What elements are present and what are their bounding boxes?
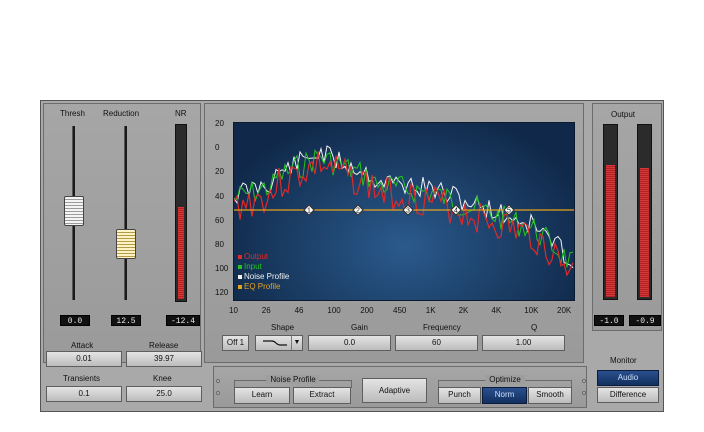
y-tick-label: 120 xyxy=(215,288,229,298)
optimize-title: Optimize xyxy=(485,375,525,384)
nr-meter-fill xyxy=(178,207,184,299)
output-right-readout: -0.9 xyxy=(629,315,661,326)
frequency-field[interactable]: 60 xyxy=(395,335,478,351)
legend-swatch xyxy=(238,254,242,259)
adaptive-button[interactable]: Adaptive xyxy=(362,378,427,403)
learn-button[interactable]: Learn xyxy=(234,387,290,404)
x-tick-label: 10K xyxy=(524,306,539,315)
svg-text:1: 1 xyxy=(307,208,311,215)
x-tick-label: 4K xyxy=(491,306,502,315)
legend-label: Input xyxy=(244,262,262,271)
optimize-punch-button[interactable]: Punch xyxy=(438,387,481,404)
transients-field[interactable]: 0.1 xyxy=(46,386,122,402)
reduction-slider-track[interactable] xyxy=(124,126,127,300)
svg-text:4: 4 xyxy=(454,208,458,215)
optimize-norm-button[interactable]: Norm xyxy=(482,387,527,404)
x-tick-label: 20K xyxy=(557,306,572,315)
legend-label: Output xyxy=(244,252,269,261)
x-tick-label: 100 xyxy=(327,306,341,315)
output-meter-right-fill xyxy=(640,168,649,297)
output-panel: Output -1.0 -0.9 xyxy=(592,103,662,331)
dynamics-panel: Thresh Reduction NR 0.0 12.5 -12.4 Attac… xyxy=(43,103,201,363)
nr-readout: -12.4 xyxy=(166,315,200,326)
monitor-difference-button[interactable]: Difference xyxy=(597,387,659,403)
x-tick-label: 1K xyxy=(425,306,436,315)
eq-node-3[interactable]: 3 xyxy=(402,204,414,216)
reduction-readout: 12.5 xyxy=(111,315,141,326)
q-label: Q xyxy=(531,323,538,332)
y-tick-label: 20 xyxy=(215,167,224,177)
thresh-readout: 0.0 xyxy=(60,315,90,326)
output-meter-right xyxy=(637,124,652,300)
reduction-label: Reduction xyxy=(103,109,140,118)
x-tick-label: 450 xyxy=(393,306,407,315)
plugin-window: Thresh Reduction NR 0.0 12.5 -12.4 Attac… xyxy=(40,100,664,412)
output-left-readout: -1.0 xyxy=(594,315,624,326)
x-tick-label: 26 xyxy=(261,306,271,315)
extract-button[interactable]: Extract xyxy=(293,387,351,404)
monitor-label: Monitor xyxy=(610,356,637,365)
x-tick-label: 2K xyxy=(458,306,469,315)
spectrum-graph[interactable]: 1 2 3 4 5 Output Input Noise Profile EQ Profile xyxy=(233,122,575,301)
legend-swatch xyxy=(238,264,242,269)
y-tick-label: 100 xyxy=(215,264,229,274)
x-tick-label: 46 xyxy=(294,306,304,315)
attack-field[interactable]: 0.01 xyxy=(46,351,122,367)
eq-node-1[interactable]: 1 xyxy=(303,204,315,216)
legend-item: Output xyxy=(238,252,289,262)
output-label: Output xyxy=(611,110,636,119)
screw xyxy=(216,391,220,395)
frequency-label: Frequency xyxy=(423,323,461,332)
svg-text:5: 5 xyxy=(507,208,511,215)
shelf-shape-icon xyxy=(263,340,287,346)
thresh-slider-thumb[interactable] xyxy=(64,196,84,226)
legend-swatch xyxy=(238,284,242,289)
legend-label: Noise Profile xyxy=(244,272,290,281)
monitor-audio-button[interactable]: Audio xyxy=(597,370,659,386)
shape-label: Shape xyxy=(271,323,295,332)
y-tick-label: 80 xyxy=(215,240,224,249)
knee-label: Knee xyxy=(153,374,172,383)
y-tick-label: 20 xyxy=(215,119,224,128)
q-field[interactable]: 1.00 xyxy=(482,335,565,351)
output-meter-left xyxy=(603,124,618,300)
optimize-smooth-button[interactable]: Smooth xyxy=(528,387,572,404)
release-field[interactable]: 39.97 xyxy=(126,351,202,367)
shape-selector[interactable]: ▼ xyxy=(255,335,303,351)
output-meter-left-fill xyxy=(606,164,615,297)
chevron-down-icon: ▼ xyxy=(291,336,302,350)
y-tick-label: 0 xyxy=(215,143,220,153)
eq-node-2[interactable]: 2 xyxy=(352,204,364,216)
svg-text:2: 2 xyxy=(356,208,360,215)
screw xyxy=(582,379,586,383)
thresh-label: Thresh xyxy=(60,109,85,118)
screw xyxy=(582,391,586,395)
reduction-slider-thumb[interactable] xyxy=(116,229,136,259)
legend-item: Input xyxy=(238,262,289,272)
bottom-strip: Noise Profile Learn Extract Adaptive Opt… xyxy=(213,366,587,408)
y-tick-label: 40 xyxy=(215,191,224,201)
release-label: Release xyxy=(149,341,179,350)
x-tick-label: 200 xyxy=(360,306,374,315)
knee-field[interactable]: 25.0 xyxy=(126,386,202,402)
legend-item: EQ Profile xyxy=(238,282,289,292)
eq-panel: 20 0 20 40 60 80 100 120 12345 Output Input Noise… xyxy=(204,103,584,363)
transients-label: Transients xyxy=(63,374,101,383)
graph-legend: Output Input Noise Profile EQ Profile xyxy=(238,252,289,292)
nr-label: NR xyxy=(175,109,187,118)
svg-text:3: 3 xyxy=(406,208,410,215)
noise-profile-title: Noise Profile xyxy=(266,375,320,384)
nr-meter xyxy=(175,124,187,302)
gain-label: Gain xyxy=(351,323,368,332)
legend-item: Noise Profile xyxy=(238,272,289,282)
x-tick-label: 10 xyxy=(229,306,238,315)
eq-node-5[interactable]: 5 xyxy=(503,204,515,216)
legend-label: EQ Profile xyxy=(244,282,281,291)
attack-label: Attack xyxy=(71,341,94,350)
y-tick-label: 60 xyxy=(215,215,224,225)
screw xyxy=(216,379,220,383)
band-toggle-button[interactable]: Off 1 xyxy=(222,335,249,351)
gain-field[interactable]: 0.0 xyxy=(308,335,391,351)
legend-swatch xyxy=(238,274,242,279)
